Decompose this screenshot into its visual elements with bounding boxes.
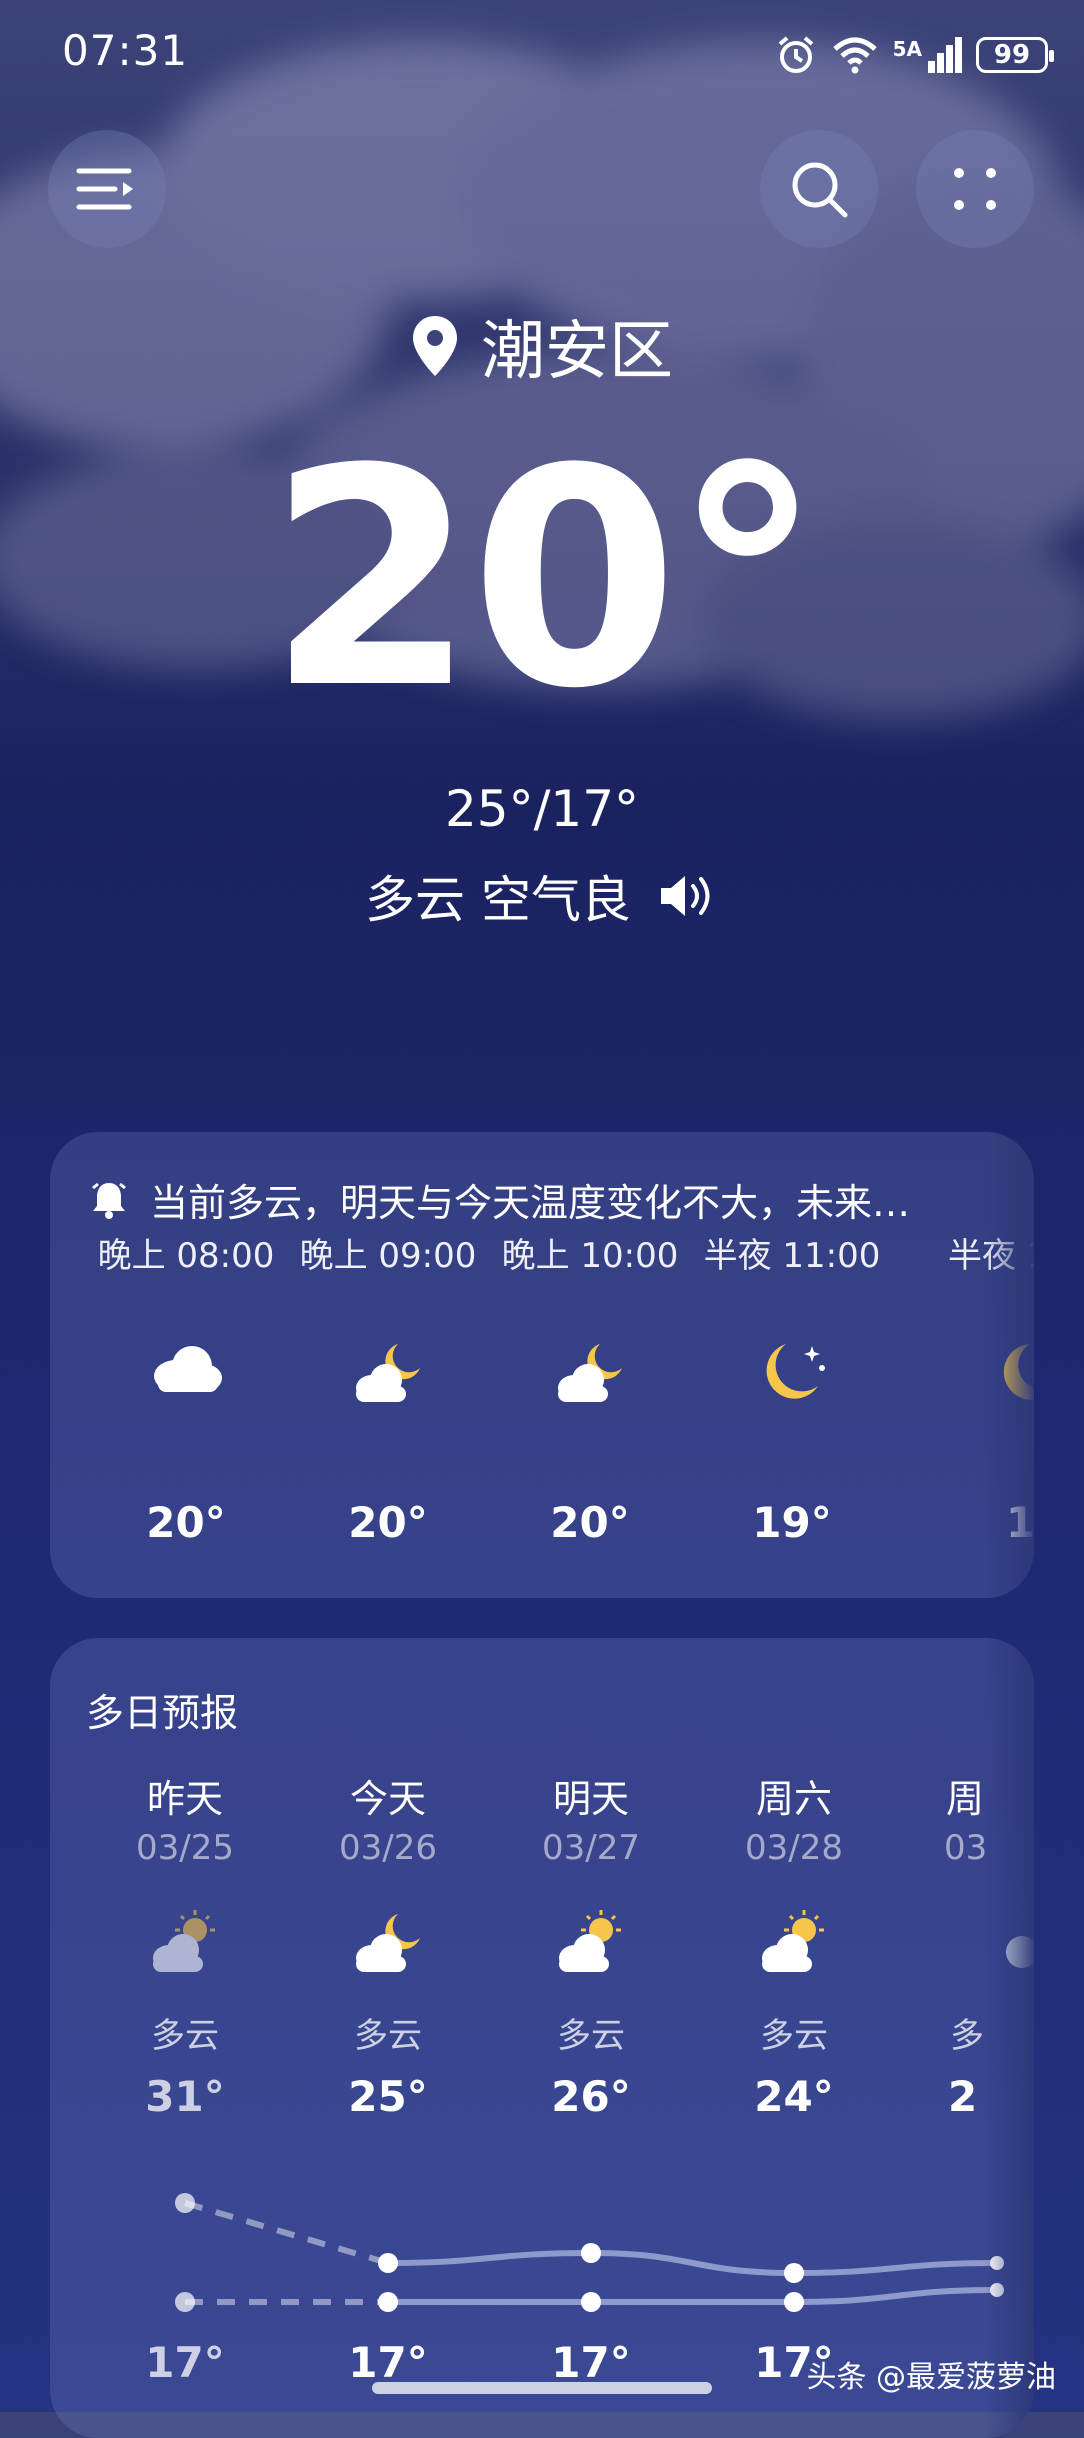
hour-temp: 20°: [146, 1498, 226, 1547]
grid-dots-icon: [954, 168, 996, 210]
weather-alert[interactable]: 当前多云，明天与今天温度变化不大，未来…: [90, 1172, 910, 1227]
current-condition: 多云 空气良: [365, 871, 631, 929]
home-indicator[interactable]: [372, 2382, 712, 2394]
current-condition-row: 多云 空气良: [0, 860, 1084, 932]
high-temp-point: [784, 2263, 804, 2283]
scroll-fade: [984, 1132, 1034, 1598]
low-temp-line: [388, 2287, 998, 2305]
hour-time: 晚上 09:00: [299, 1236, 477, 1276]
hour-temp: 19°: [752, 1498, 832, 1547]
search-icon: [792, 162, 848, 218]
location-name: 潮安区: [481, 315, 673, 389]
alert-text: 当前多云，明天与今天温度变化不大，未来…: [150, 1181, 911, 1225]
bell-icon: [92, 1182, 126, 1219]
temperature-range: 25°/17°: [444, 780, 640, 838]
moon-cloud-icon: [356, 1344, 420, 1402]
moon-stars-icon: [766, 1344, 825, 1399]
hour-icon-wrap: [288, 1338, 488, 1412]
scroll-fade: [984, 1638, 1034, 2438]
location-pin-icon: [413, 316, 457, 376]
hour-icon-wrap: [490, 1338, 690, 1412]
status-bar: 07:31 5A 99: [0, 0, 1084, 110]
hour-icon-wrap: [86, 1338, 286, 1402]
menu-icon: [76, 168, 133, 210]
location-header[interactable]: 潮安区: [0, 300, 1084, 392]
watermark: 头条 @最爱菠萝油: [806, 2360, 1056, 2395]
low-temp-point: [581, 2292, 601, 2312]
hour-icon-wrap: [692, 1338, 892, 1412]
hour-time: 晚上 10:00: [501, 1236, 679, 1276]
status-time: 07:31: [62, 26, 189, 75]
wifi-icon: [832, 37, 877, 74]
battery-indicator: 99: [976, 37, 1054, 73]
signal-icon: 5A: [893, 37, 962, 73]
alarm-icon: [778, 36, 813, 73]
high-temp-line: [387, 2249, 998, 2277]
cloud-icon: [154, 1346, 222, 1392]
hour-time: 半夜 11:00: [703, 1236, 881, 1276]
temperature-curves: [175, 2193, 1004, 2312]
moon-cloud-icon: [558, 1344, 622, 1402]
high-temp-point: [378, 2253, 398, 2273]
more-button[interactable]: [916, 130, 1034, 248]
speaker-icon[interactable]: [657, 871, 719, 921]
hour-time: 晚上 08:00: [97, 1236, 275, 1276]
status-icons: 5A 99: [775, 30, 1054, 80]
daily-forecast-card: 多日预报 昨天 03/25 多云 31° 17° 今天 03/26 多云 25°…: [50, 1638, 1034, 2438]
low-temp-point: [784, 2292, 804, 2312]
high-temp-point: [581, 2243, 601, 2263]
network-type: 5A: [892, 37, 922, 61]
search-button[interactable]: [760, 130, 878, 248]
hourly-list[interactable]: 晚上 08:00 20° 晚上 09:00 20° 晚上 10:00 20° 半…: [50, 1228, 1034, 1588]
menu-button[interactable]: [48, 130, 166, 248]
low-temp-point: [378, 2292, 398, 2312]
current-temperature: 20°: [267, 405, 822, 754]
high-temp-past-segment: [184, 2200, 389, 2266]
low-temp-point: [175, 2292, 195, 2312]
hour-temp: 20°: [550, 1498, 630, 1547]
hour-temp: 20°: [348, 1498, 428, 1547]
hourly-forecast-card: 当前多云，明天与今天温度变化不大，未来… 晚上 08:00 20° 晚上 09:…: [50, 1132, 1034, 1598]
high-temp-point: [175, 2193, 195, 2213]
